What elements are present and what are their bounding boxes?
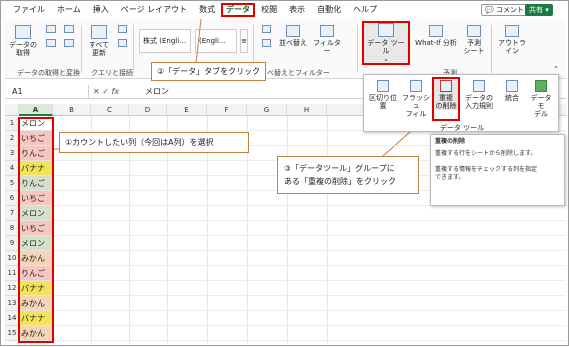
row-header[interactable]: 4 [5, 161, 19, 176]
callout-step3: ③「データツール」グループに ある「重複の削除」をクリック [277, 156, 419, 194]
column-header-g[interactable]: G [247, 104, 287, 116]
callout-step1: ①カウントしたい列（今回はA列）を選択 [59, 132, 249, 153]
row-header[interactable]: 15 [5, 326, 19, 341]
column-header-b[interactable]: B [53, 104, 91, 116]
row-header[interactable]: 13 [5, 296, 19, 311]
gridline [53, 340, 566, 341]
data-model-label: データ モ デル [530, 94, 552, 118]
column-header-e[interactable]: E [167, 104, 207, 116]
row-header[interactable]: 10 [5, 251, 19, 266]
row-header[interactable]: 8 [5, 221, 19, 236]
row-header[interactable]: 7 [5, 206, 19, 221]
gridline [53, 310, 566, 311]
consolidate-label: 統合 [505, 94, 519, 102]
formula-input[interactable]: メロン [145, 85, 169, 98]
screenshot-frame: ファイル ホーム 挿入 ページ レイアウト 数式 データ 校閲 表示 自動化 ヘ… [0, 0, 569, 346]
data-validation-label: データの 入力規則 [465, 94, 493, 110]
select-all-corner[interactable] [5, 104, 19, 116]
flash-fill-button[interactable]: フラッシュ フィル [402, 80, 430, 118]
gridline [53, 220, 566, 221]
text-to-columns-icon [377, 80, 389, 92]
row-header[interactable]: 14 [5, 311, 19, 326]
tooltip-line1: 重複する行をシートから削除します。 [435, 150, 537, 157]
data-model-icon [535, 80, 547, 92]
name-box-value: A1 [12, 87, 23, 96]
column-header-d[interactable]: D [129, 104, 167, 116]
callout-step3-line2: ある「重複の削除」をクリック [284, 177, 396, 186]
column-header-a[interactable]: A [19, 104, 53, 116]
fx-icon[interactable]: ✕ ✓ fx [93, 85, 119, 98]
data-tools-panel: 区切り位置 フラッシュ フィル 重複 の削除 データの 入力規則 統合 データ … [363, 74, 559, 132]
flash-fill-label: フラッシュ フィル [402, 94, 430, 118]
row-header[interactable]: 11 [5, 266, 19, 281]
gridline [53, 280, 566, 281]
flash-fill-icon [410, 80, 422, 92]
text-to-columns-button[interactable]: 区切り位置 [368, 80, 398, 110]
column-header-c[interactable]: C [91, 104, 129, 116]
gridline [53, 235, 566, 236]
callout-step3-line1: ③「データツール」グループに [284, 164, 395, 173]
text-to-columns-label: 区切り位置 [369, 94, 397, 110]
remove-duplicates-highlight [432, 77, 460, 121]
data-model-button[interactable]: データ モ デル [526, 80, 556, 118]
tooltip-line2: 重複する情報をチェックする列を指定 できます。 [435, 166, 538, 181]
column-a-selection-highlight [18, 117, 54, 343]
row-header[interactable]: 2 [5, 131, 19, 146]
column-header-f[interactable]: F [207, 104, 247, 116]
row-header[interactable]: 1 [5, 116, 19, 131]
row-header[interactable]: 9 [5, 236, 19, 251]
row-header[interactable]: 3 [5, 146, 19, 161]
row-header[interactable]: 5 [5, 176, 19, 191]
row-header[interactable]: 6 [5, 191, 19, 206]
gridline [53, 325, 566, 326]
gridline [53, 295, 566, 296]
row-header[interactable]: 12 [5, 281, 19, 296]
data-tools-panel-label: データ ツール [439, 124, 485, 132]
consolidate-button[interactable]: 統合 [500, 80, 524, 102]
name-box[interactable]: A1 [9, 85, 89, 98]
data-validation-button[interactable]: データの 入力規則 [462, 80, 496, 110]
gridline [53, 265, 566, 266]
gridline [53, 250, 566, 251]
remove-duplicates-tooltip: 重複の削除 重複する行をシートから削除します。 重複する情報をチェックする列を指… [430, 134, 565, 206]
column-header-h[interactable]: H [287, 104, 327, 116]
data-validation-icon [473, 80, 485, 92]
consolidate-icon [506, 80, 518, 92]
callout-step1-text: ①カウントしたい列（今回はA列）を選択 [65, 138, 214, 147]
tooltip-title: 重複の削除 [435, 138, 466, 145]
